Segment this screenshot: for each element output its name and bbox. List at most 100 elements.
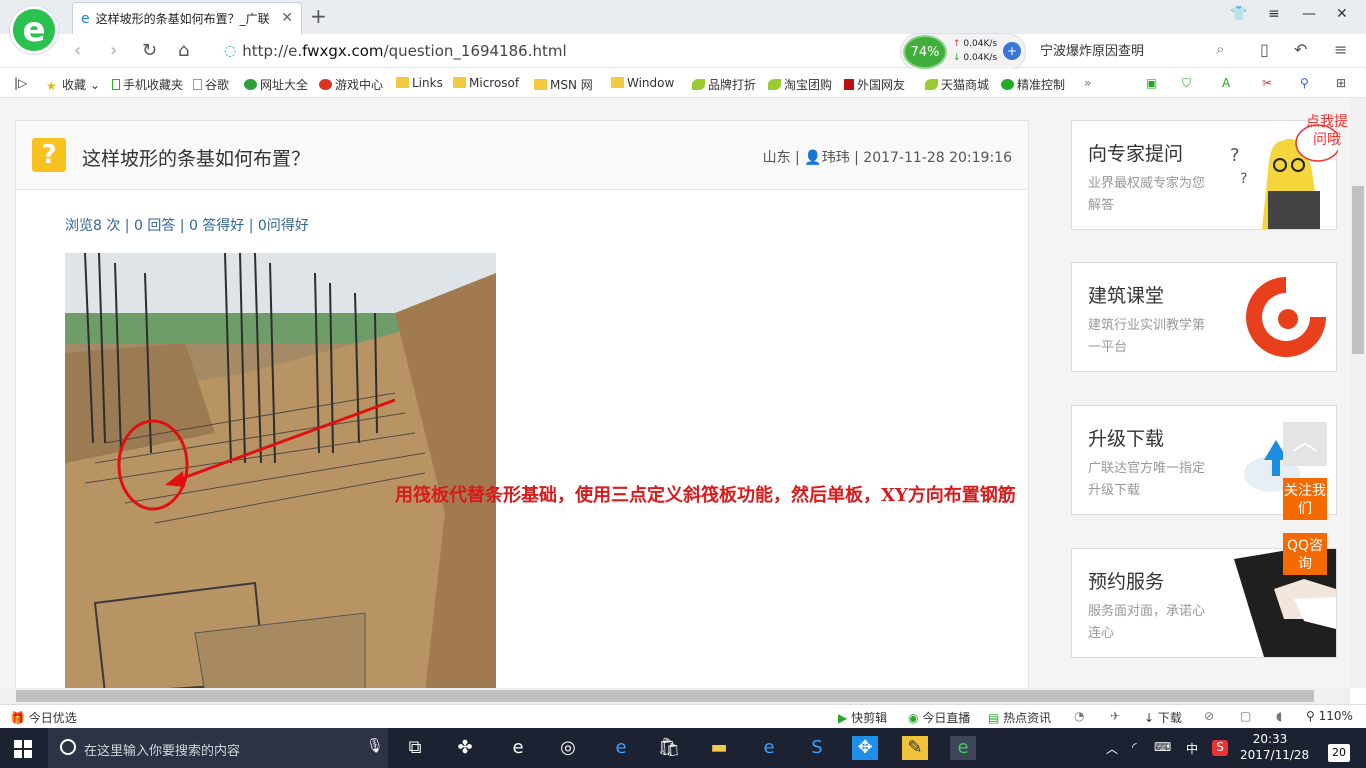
zoom-level[interactable]: ⚲ 110% xyxy=(1306,709,1353,723)
browser-logo-icon[interactable]: e xyxy=(10,6,58,54)
accelerate-icon[interactable]: + xyxy=(1003,42,1021,60)
refresh-icon[interactable]: ↻ xyxy=(142,40,157,61)
taskbar-search-input[interactable]: 在这里输入你要搜索的内容 🎙 xyxy=(48,728,388,768)
question-mark-icon: ? xyxy=(32,138,66,172)
forward-icon[interactable]: › xyxy=(110,40,117,61)
mute-icon[interactable]: ◖ xyxy=(1276,709,1282,723)
back-icon[interactable]: ‹ xyxy=(74,40,81,61)
answer-annotation: 用筏板代替条形基础，使用三点定义斜筏板功能，然后单板，XY方向布置钢筋 xyxy=(395,485,1016,506)
network-app-icon[interactable]: ✥ xyxy=(852,736,878,760)
bookmark-games[interactable]: 游戏中心 xyxy=(319,76,383,93)
close-window-icon[interactable]: ✕ xyxy=(1336,6,1348,22)
sidebar-title: 升级下载 xyxy=(1088,428,1165,450)
close-tab-icon[interactable]: ✕ xyxy=(281,10,293,26)
ime-indicator[interactable]: 中 xyxy=(1186,740,1198,757)
more-bookmarks-icon[interactable]: » xyxy=(1084,76,1091,90)
bookmark-taobao[interactable]: 淘宝团购 xyxy=(768,76,832,93)
secure-icon: ◌ xyxy=(224,43,237,59)
pin-icon[interactable]: ✈ xyxy=(1110,709,1120,723)
address-bar[interactable]: ◌ http://e. fwxgx.com/question_1694186.ht… xyxy=(224,40,884,62)
sogou-icon[interactable]: S xyxy=(804,736,830,760)
bookmark-mobile[interactable]: 手机收藏夹 xyxy=(112,76,183,93)
bookmark-foreign[interactable]: 外国网友 xyxy=(844,76,905,93)
ie-blue-icon[interactable]: e xyxy=(756,736,782,760)
vertical-scroll-thumb[interactable] xyxy=(1352,186,1364,354)
sidebar-ask-expert[interactable]: 向专家提问 业界最权威专家为您解答 ?? 点我提问哦 xyxy=(1071,114,1348,230)
bookmark-control[interactable]: 精准控制 xyxy=(1001,76,1065,93)
spiral-app-icon[interactable]: ◎ xyxy=(555,736,581,760)
back-to-top-icon[interactable]: ︿ xyxy=(1283,422,1327,466)
speed-widget[interactable]: 74% ↑ 0.04K/s ↓ 0.04K/s + xyxy=(900,33,1026,71)
shield-icon[interactable]: ⛉ xyxy=(1182,76,1191,91)
scissors-icon[interactable]: ✂ xyxy=(1262,76,1272,90)
magnifier-icon[interactable]: ⚲ xyxy=(1300,76,1309,90)
search-placeholder: 在这里输入你要搜索的内容 xyxy=(84,744,241,759)
keyboard-icon[interactable]: ⌨ xyxy=(1154,740,1171,754)
taskbar-clock[interactable]: 20:33 2017/11/28 xyxy=(1240,731,1309,763)
question-author[interactable]: 玮玮 xyxy=(822,150,850,166)
reader-icon[interactable]: ▣ xyxy=(1146,76,1157,90)
new-tab-icon[interactable]: + xyxy=(310,4,327,28)
sidebar-desc: 服务面对面，承诺心连心 xyxy=(1088,604,1206,641)
home-icon[interactable]: ⌂ xyxy=(178,40,189,61)
horizontal-scroll-thumb[interactable] xyxy=(16,690,1314,702)
window-icon[interactable]: ▢ xyxy=(1240,709,1251,723)
folder-icon xyxy=(396,77,409,88)
bookmark-sites[interactable]: 网址大全 xyxy=(244,76,308,93)
notes-icon[interactable]: ✎ xyxy=(902,736,928,760)
edge-icon[interactable]: e xyxy=(608,736,634,760)
search-input[interactable]: 宁波爆炸原因查明 xyxy=(1040,40,1240,59)
sidebar-building-class[interactable]: 建筑课堂 建筑行业实训教学第一平台 xyxy=(1071,262,1337,372)
shirt-icon[interactable]: 👕 xyxy=(1230,6,1247,22)
status-news[interactable]: ▤ 热点资讯 xyxy=(988,709,1051,726)
sogou-ime-icon[interactable]: S xyxy=(1212,740,1228,756)
360-browser-icon[interactable]: e xyxy=(950,736,976,760)
bookmark-brand[interactable]: 品牌打折 xyxy=(692,76,756,93)
folder-icon xyxy=(611,77,624,88)
menu-icon[interactable]: ≡ xyxy=(1268,6,1280,22)
windows-start-icon[interactable] xyxy=(14,740,32,758)
leaf-icon xyxy=(768,79,781,90)
question-meta: 山东 | 👤玮玮 | 2017-11-28 20:19:16 xyxy=(762,150,1012,166)
bookmark-windows[interactable]: Window xyxy=(611,76,674,90)
mobile-icon[interactable]: ▯ xyxy=(1260,40,1269,59)
tab-active[interactable]: e 这样坡形的条基如何布置？_广联 ✕ xyxy=(72,2,302,34)
tray-expand-icon[interactable]: ︿ xyxy=(1106,740,1118,757)
notification-count[interactable]: 20 xyxy=(1328,744,1350,762)
cpu-ball: 74% xyxy=(903,35,947,69)
undo-icon[interactable]: ↶ xyxy=(1294,40,1307,59)
translate-icon[interactable]: A xyxy=(1222,76,1230,90)
sidebar-desc: 业界最权威专家为您解答 xyxy=(1088,176,1206,213)
bookmark-google[interactable]: 谷歌 xyxy=(193,76,229,93)
tab-bar: e 这样坡形的条基如何布置？_广联 ✕ + 👕 ≡ — ✕ xyxy=(0,0,1366,34)
bookmark-microsoft[interactable]: Microsof xyxy=(453,76,519,90)
bookmark-msn[interactable]: MSN 网 xyxy=(534,76,593,93)
bookmark-favorites[interactable]: ★ 收藏 ⌄ xyxy=(46,76,100,93)
page-content: ? 这样坡形的条基如何布置？ 山东 | 👤玮玮 | 2017-11-28 20:… xyxy=(0,98,1350,688)
ie-taskbar-icon[interactable]: e xyxy=(505,736,531,760)
status-download[interactable]: ↓ 下载 xyxy=(1144,709,1182,726)
wifi-icon[interactable]: ◜ xyxy=(1132,740,1137,754)
follow-us-button[interactable]: 关注我们 xyxy=(1283,478,1327,520)
construction-photo xyxy=(65,253,496,688)
bookmark-tmall[interactable]: 天猫商城 xyxy=(925,76,989,93)
file-explorer-icon[interactable]: ▬ xyxy=(706,736,732,760)
fan-app-icon[interactable]: ✤ xyxy=(452,736,478,760)
store-icon[interactable]: 🛍 xyxy=(656,736,682,760)
globe-icon xyxy=(244,79,257,90)
bookmark-links[interactable]: Links xyxy=(396,76,443,90)
menu-lines-icon[interactable]: ≡ xyxy=(1334,40,1347,59)
chat-icon xyxy=(1001,79,1014,90)
url-prefix: http://e. xyxy=(242,42,303,60)
speed-dial-icon[interactable]: ◔ xyxy=(1074,709,1084,723)
status-quick-edit[interactable]: ▶ 快剪辑 xyxy=(838,709,887,726)
status-bar: 🎁 今日优选 ▶ 快剪辑 ◉ 今日直播 ▤ 热点资讯 ◔ ✈ ↓ 下载 ⊘ ▢ … xyxy=(0,704,1366,728)
clean-icon[interactable]: ⊘ xyxy=(1204,709,1214,723)
apps-icon[interactable]: ⊞ xyxy=(1336,76,1346,90)
minimize-icon[interactable]: — xyxy=(1302,6,1316,22)
qq-consult-button[interactable]: QQ咨询 xyxy=(1283,533,1327,575)
today-picks[interactable]: 🎁 今日优选 xyxy=(10,709,77,726)
status-live[interactable]: ◉ 今日直播 xyxy=(908,709,970,726)
sidebar-toggle-icon[interactable]: |▷ xyxy=(14,76,27,90)
task-view-icon[interactable]: ⧉ xyxy=(402,736,428,760)
